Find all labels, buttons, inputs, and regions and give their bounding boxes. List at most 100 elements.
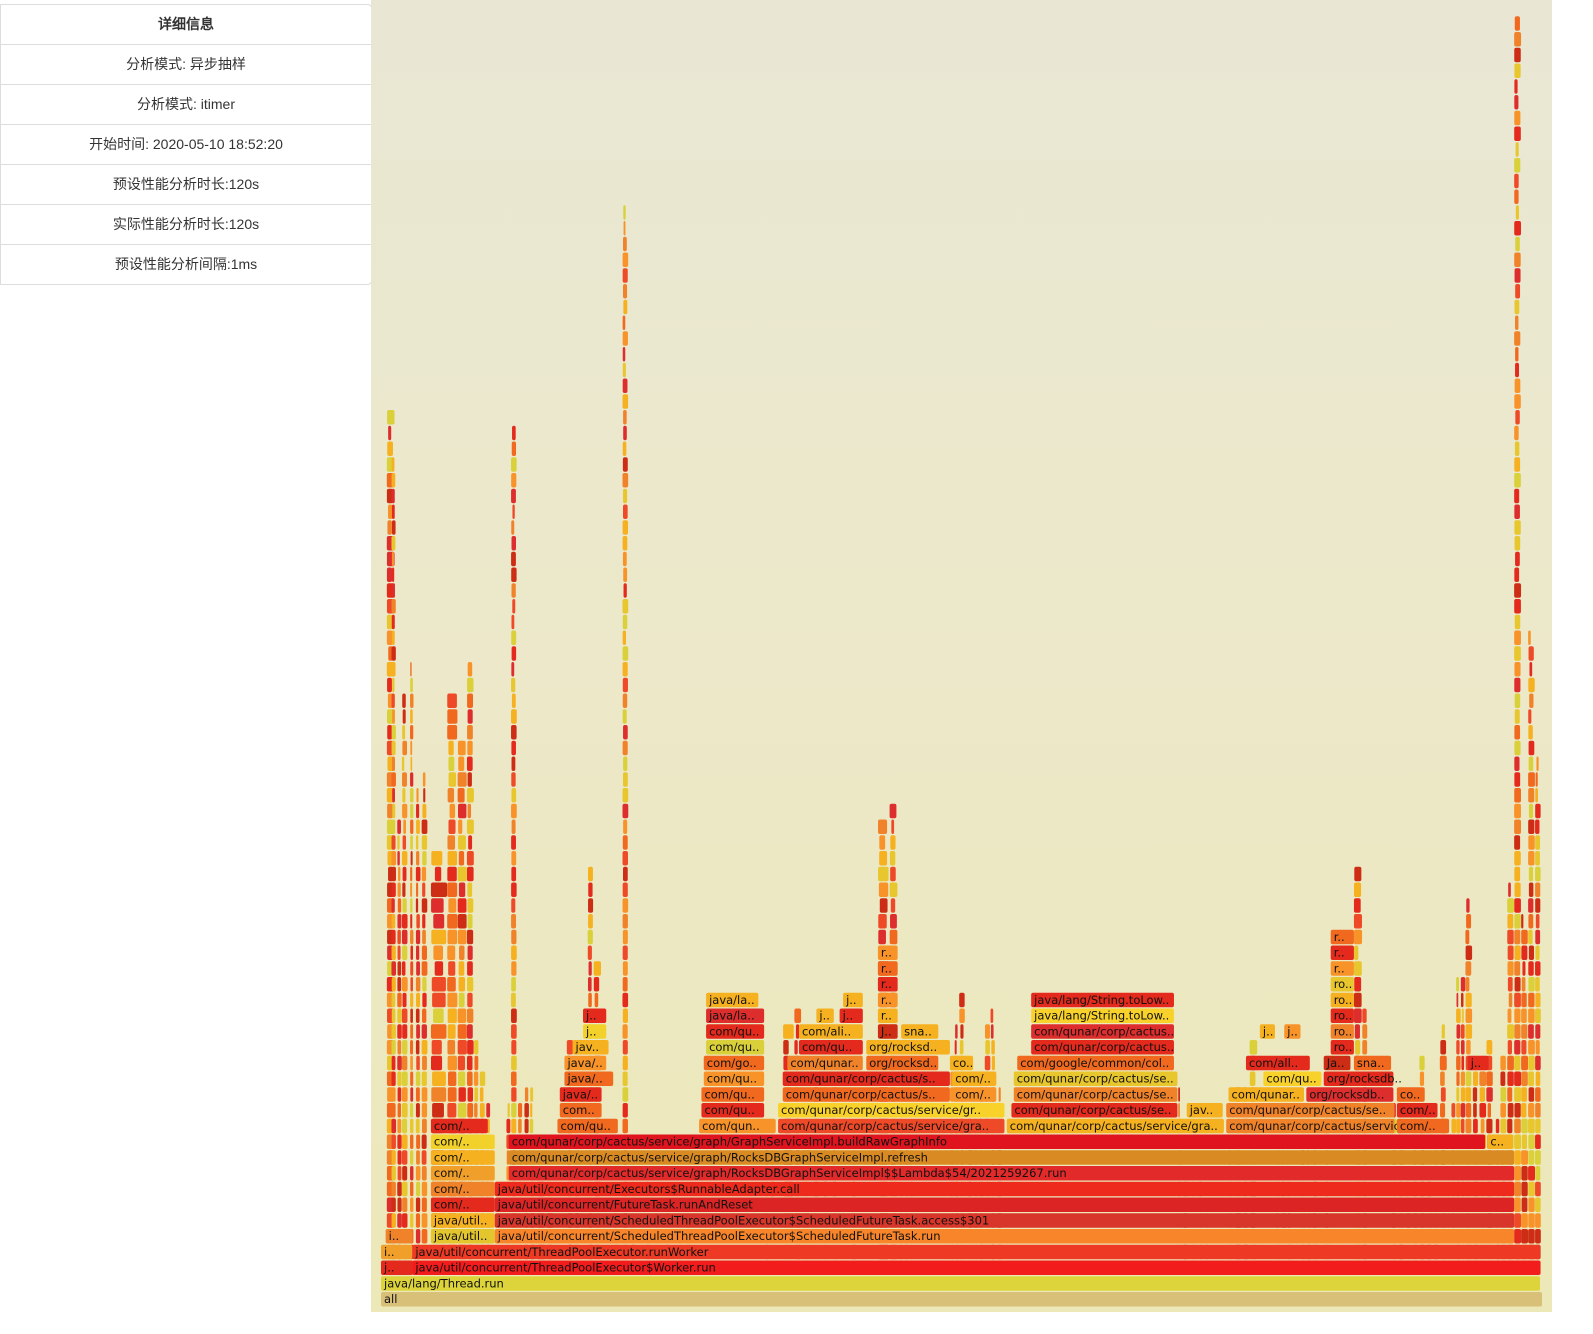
flame-frame[interactable]	[1528, 803, 1534, 819]
flame-frame[interactable]	[1535, 1229, 1541, 1244]
flame-frame[interactable]	[959, 1008, 965, 1024]
flame-frame[interactable]	[401, 1008, 408, 1024]
flame-frame[interactable]	[1500, 1087, 1507, 1102]
flame-frame[interactable]	[402, 992, 407, 1008]
flame-frame[interactable]	[1507, 1040, 1512, 1055]
flame-frame[interactable]	[391, 457, 395, 472]
flame-frame[interactable]	[422, 882, 426, 898]
flame-frame[interactable]	[458, 1087, 466, 1102]
flame-frame[interactable]	[415, 1213, 421, 1228]
flame-frame[interactable]	[1528, 929, 1533, 945]
flame-frame[interactable]	[1528, 1055, 1535, 1071]
flame-frame[interactable]	[1514, 1229, 1522, 1244]
flame-frame[interactable]	[783, 1040, 789, 1055]
flame-frame[interactable]	[402, 740, 408, 756]
flame-frame[interactable]	[1515, 362, 1519, 378]
flame-frame[interactable]	[1514, 1134, 1522, 1150]
flame-frame[interactable]	[1353, 898, 1361, 913]
flame-frame[interactable]	[1514, 599, 1521, 614]
flame-frame[interactable]	[1535, 961, 1541, 976]
flame-frame[interactable]	[878, 929, 886, 945]
flame-frame[interactable]	[511, 772, 516, 787]
flame-frame[interactable]	[1535, 1213, 1541, 1228]
flame-frame[interactable]	[511, 929, 517, 945]
flame-frame[interactable]	[622, 835, 628, 850]
flame-frame[interactable]	[511, 740, 516, 756]
flame-frame[interactable]	[422, 803, 427, 819]
flame-frame[interactable]	[511, 630, 517, 646]
flame-frame[interactable]	[890, 914, 897, 929]
flame-frame[interactable]	[421, 1229, 428, 1244]
flame-frame[interactable]	[458, 992, 465, 1008]
flame-frame[interactable]	[391, 1024, 396, 1039]
flame-frame[interactable]	[1528, 1024, 1534, 1039]
flame-frame[interactable]	[1461, 1055, 1465, 1071]
flame-frame[interactable]	[447, 851, 458, 866]
flame-frame[interactable]	[1521, 1213, 1528, 1228]
flame-frame[interactable]	[387, 504, 393, 520]
flame-frame[interactable]	[1465, 992, 1472, 1008]
flame-graph-canvas[interactable]: alljava/lang/Thread.runj.. java/util/conc…	[371, 0, 1552, 1312]
flame-frame[interactable]	[432, 992, 446, 1008]
flame-frame[interactable]	[421, 1181, 428, 1197]
flame-frame[interactable]	[397, 1008, 402, 1024]
flame-frame[interactable]	[878, 882, 889, 898]
flame-frame[interactable]	[623, 205, 626, 220]
flame-frame[interactable]	[1514, 819, 1522, 835]
flame-frame[interactable]	[1514, 866, 1521, 882]
flame-frame[interactable]	[466, 788, 474, 803]
flame-frame[interactable]	[433, 1008, 444, 1024]
flame-frame[interactable]	[397, 1197, 402, 1213]
flame-frame[interactable]	[1514, 1150, 1521, 1165]
flame-frame[interactable]	[783, 1024, 794, 1039]
flame-frame[interactable]	[416, 851, 420, 866]
flame-frame[interactable]	[1514, 772, 1521, 787]
flame-frame[interactable]	[1535, 945, 1540, 961]
flame-frame[interactable]	[1507, 1055, 1514, 1071]
flame-frame[interactable]	[430, 882, 448, 898]
flame-frame[interactable]	[1514, 1040, 1521, 1055]
flame-frame[interactable]	[623, 567, 628, 583]
flame-frame[interactable]	[381, 1276, 1541, 1291]
flame-frame[interactable]	[1514, 961, 1521, 976]
flame-frame[interactable]	[1535, 1118, 1541, 1134]
flame-frame[interactable]	[391, 961, 396, 976]
flame-frame[interactable]	[401, 1103, 408, 1118]
flame-frame[interactable]	[1514, 189, 1519, 205]
flame-frame[interactable]	[511, 961, 517, 976]
flame-frame[interactable]	[566, 1040, 574, 1055]
flame-frame[interactable]	[421, 961, 428, 976]
flame-frame[interactable]	[391, 646, 396, 661]
flame-frame[interactable]	[391, 614, 395, 630]
flame-frame[interactable]	[1486, 1118, 1493, 1134]
flame-frame[interactable]	[459, 945, 465, 961]
flame-frame[interactable]	[1535, 992, 1541, 1008]
flame-frame[interactable]	[518, 1103, 523, 1118]
flame-frame[interactable]	[1528, 914, 1534, 929]
flame-frame[interactable]	[431, 1055, 443, 1071]
flame-frame[interactable]	[410, 1103, 414, 1118]
flame-frame[interactable]	[416, 1024, 420, 1039]
flame-frame[interactable]	[889, 803, 897, 819]
flame-frame[interactable]	[416, 819, 420, 835]
flame-frame[interactable]	[416, 803, 420, 819]
flame-frame[interactable]	[1466, 1040, 1471, 1055]
flame-frame[interactable]	[1514, 441, 1520, 457]
flame-frame[interactable]	[391, 1087, 396, 1102]
flame-frame[interactable]	[1507, 929, 1514, 945]
flame-frame[interactable]	[397, 1055, 402, 1071]
flame-frame[interactable]	[511, 457, 517, 472]
flame-frame[interactable]	[1514, 126, 1521, 142]
flame-frame[interactable]	[401, 1071, 408, 1087]
flame-frame[interactable]	[410, 1197, 414, 1213]
flame-frame[interactable]	[1514, 504, 1520, 520]
flame-frame[interactable]	[458, 961, 465, 976]
flame-frame[interactable]	[1514, 457, 1521, 472]
flame-frame[interactable]	[1473, 1103, 1477, 1118]
flame-frame[interactable]	[511, 567, 517, 583]
flame-frame[interactable]	[402, 709, 406, 724]
flame-frame[interactable]	[447, 1008, 457, 1024]
flame-frame[interactable]	[1515, 236, 1520, 252]
flame-frame[interactable]	[416, 1150, 420, 1165]
flame-frame[interactable]	[402, 835, 407, 850]
